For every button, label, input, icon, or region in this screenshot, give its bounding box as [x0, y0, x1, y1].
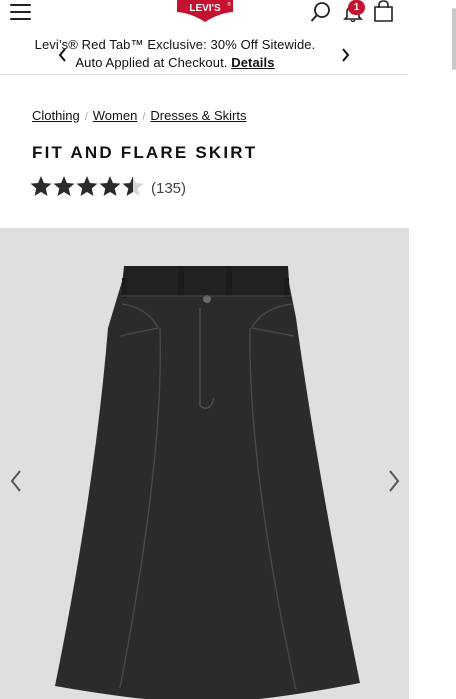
svg-text:®: ® — [227, 1, 231, 8]
star-icon — [30, 176, 52, 196]
promo-details-link[interactable]: Details — [231, 55, 274, 70]
page-scrollbar[interactable] — [452, 8, 456, 70]
bag-icon[interactable] — [373, 0, 394, 27]
levis-logo[interactable]: LEVI'S ® — [176, 0, 234, 22]
product-image-carousel[interactable] — [0, 228, 409, 699]
star-icon — [76, 176, 98, 196]
product-image — [55, 266, 360, 699]
promo-banner: Levi’s® Red Tab™ Exclusive: 30% Off Site… — [0, 36, 408, 76]
review-count[interactable]: (135) — [151, 180, 186, 197]
promo-next-arrow[interactable] — [338, 45, 352, 65]
breadcrumb-separator: / — [84, 111, 88, 123]
promo-divider — [0, 74, 408, 75]
carousel-next-arrow[interactable] — [386, 468, 402, 494]
product-title: Fit and Flare Skirt — [32, 143, 258, 162]
breadcrumb-separator: / — [142, 111, 146, 123]
carousel-prev-arrow[interactable] — [8, 468, 24, 494]
promo-text: Levi’s® Red Tab™ Exclusive: 30% Off Site… — [30, 36, 320, 72]
breadcrumb-women[interactable]: Women — [93, 108, 138, 123]
breadcrumb-dresses-skirts[interactable]: Dresses & Skirts — [150, 108, 246, 123]
star-icon — [122, 176, 144, 196]
breadcrumb-clothing[interactable]: Clothing — [32, 108, 80, 123]
star-icon — [99, 176, 121, 196]
notification-badge: 1 — [348, 0, 365, 15]
breadcrumb: Clothing / Women / Dresses & Skirts — [32, 108, 246, 123]
rating-stars — [30, 176, 144, 196]
top-header: LEVI'S ® 1 — [0, 0, 456, 26]
menu-icon[interactable] — [10, 3, 31, 20]
svg-text:LEVI'S: LEVI'S — [189, 3, 221, 14]
star-icon — [53, 176, 75, 196]
search-icon[interactable] — [310, 1, 332, 28]
